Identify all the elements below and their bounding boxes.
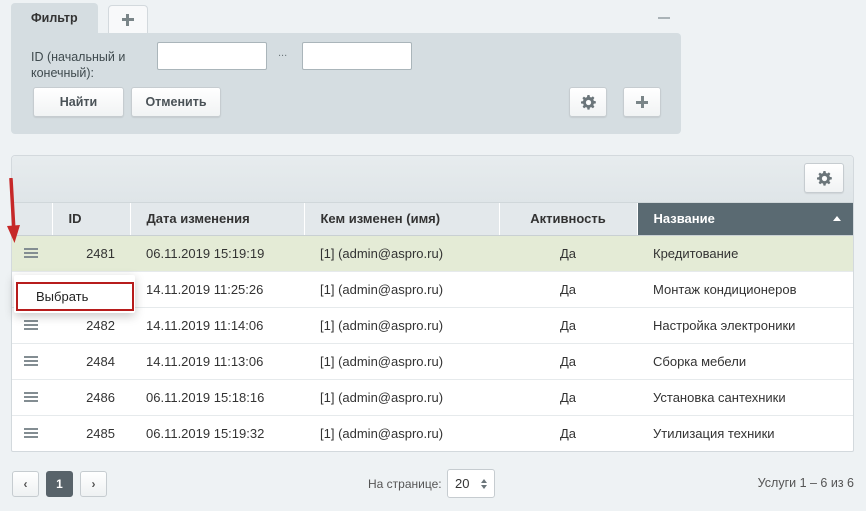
- cell-modified-by: [1] (admin@aspro.ru): [304, 271, 499, 308]
- plus-icon: [121, 13, 134, 26]
- cell-date: 14.11.2019 11:13:06: [130, 343, 304, 380]
- grid-settings-button[interactable]: [804, 163, 844, 193]
- cell-date: 06.11.2019 15:19:19: [130, 235, 304, 272]
- minus-icon[interactable]: [658, 17, 670, 19]
- cell-active: Да: [499, 343, 637, 380]
- cell-id: 2486: [52, 379, 130, 416]
- per-page-value: 20: [455, 476, 470, 491]
- filter-settings-button[interactable]: [569, 87, 607, 117]
- cell-modified-by: [1] (admin@aspro.ru): [304, 307, 499, 344]
- column-header-id[interactable]: ID: [52, 203, 131, 236]
- column-header-name-label: Название: [653, 211, 715, 227]
- cell-id: 2484: [52, 343, 130, 380]
- per-page-select[interactable]: 20: [447, 469, 495, 498]
- column-header-date[interactable]: Дата изменения: [130, 203, 305, 236]
- cell-modified-by: [1] (admin@aspro.ru): [304, 235, 499, 272]
- column-header-modified-by[interactable]: Кем изменен (имя): [304, 203, 500, 236]
- add-filter-tab-button[interactable]: [107, 5, 148, 33]
- row-menu-icon[interactable]: [24, 392, 38, 402]
- page-button-current[interactable]: 1: [46, 471, 73, 497]
- cell-date: 14.11.2019 11:14:06: [130, 307, 304, 344]
- filter-tabs: Фильтр: [11, 3, 148, 33]
- cell-modified-by: [1] (admin@aspro.ru): [304, 343, 499, 380]
- id-to-input[interactable]: [302, 42, 412, 70]
- filter-tab[interactable]: Фильтр: [11, 3, 98, 33]
- cell-date: 06.11.2019 15:19:32: [130, 415, 304, 451]
- cell-modified-by: [1] (admin@aspro.ru): [304, 379, 499, 416]
- add-filter-field-button[interactable]: [623, 87, 661, 117]
- plus-icon: [636, 96, 648, 108]
- menu-item-select[interactable]: Выбрать: [16, 282, 134, 311]
- table-header-row: ID Дата изменения Кем изменен (имя) Акти…: [12, 203, 853, 236]
- annotation-arrow-icon: [7, 178, 20, 243]
- cell-active: Да: [499, 415, 637, 451]
- gear-icon: [580, 94, 596, 110]
- cell-date: 14.11.2019 11:25:26: [130, 271, 304, 308]
- chevron-left-icon: ‹: [23, 477, 28, 491]
- row-context-menu: Выбрать: [14, 275, 135, 313]
- column-header-name[interactable]: Название: [637, 203, 853, 236]
- filter-panel: ID (начальный и конечный): ... Найти Отм…: [11, 33, 681, 134]
- id-from-input[interactable]: [157, 42, 267, 70]
- cell-name: Сборка мебели: [637, 343, 853, 380]
- data-table: ID Дата изменения Кем изменен (имя) Акти…: [12, 203, 853, 451]
- cell-name: Кредитование: [637, 235, 853, 272]
- cell-active: Да: [499, 307, 637, 344]
- total-count: Услуги 1 – 6 из 6: [757, 476, 854, 490]
- cell-active: Да: [499, 271, 637, 308]
- cell-id: 2481: [52, 235, 130, 272]
- chevron-right-icon: ›: [91, 477, 96, 491]
- updown-icon: [481, 479, 488, 489]
- row-menu-icon[interactable]: [24, 428, 38, 438]
- sort-ascending-icon: [832, 216, 841, 221]
- row-actions-cell[interactable]: [12, 343, 52, 380]
- find-button[interactable]: Найти: [33, 87, 124, 117]
- cell-id: 2485: [52, 415, 130, 451]
- table-row[interactable]: 2484 14.11.2019 11:13:06 [1] (admin@aspr…: [12, 343, 853, 380]
- cell-active: Да: [499, 379, 637, 416]
- row-actions-cell[interactable]: [12, 379, 52, 416]
- table-row[interactable]: 2485 06.11.2019 15:19:32 [1] (admin@aspr…: [12, 415, 853, 451]
- row-menu-icon[interactable]: [24, 248, 38, 258]
- cell-active: Да: [499, 235, 637, 272]
- cell-name: Настройка электроники: [637, 307, 853, 344]
- cell-date: 06.11.2019 15:18:16: [130, 379, 304, 416]
- row-menu-icon[interactable]: [24, 356, 38, 366]
- table-row[interactable]: 2482 14.11.2019 11:14:06 [1] (admin@aspr…: [12, 307, 853, 344]
- prev-page-button[interactable]: ‹: [12, 471, 39, 497]
- range-separator: ...: [278, 47, 288, 59]
- cancel-button[interactable]: Отменить: [131, 87, 221, 117]
- gear-icon: [816, 170, 832, 186]
- grid-toolbar: [12, 156, 853, 203]
- id-range-label: ID (начальный и конечный):: [31, 50, 126, 80]
- cell-name: Утилизация техники: [637, 415, 853, 451]
- table-row[interactable]: 14.11.2019 11:25:26 [1] (admin@aspro.ru)…: [12, 271, 853, 308]
- table-row[interactable]: 2481 06.11.2019 15:19:19 [1] (admin@aspr…: [12, 235, 853, 272]
- table-row[interactable]: 2486 06.11.2019 15:18:16 [1] (admin@aspr…: [12, 379, 853, 416]
- column-header-active[interactable]: Активность: [499, 203, 638, 236]
- cell-name: Монтаж кондиционеров: [637, 271, 853, 308]
- row-menu-icon[interactable]: [24, 320, 38, 330]
- next-page-button[interactable]: ›: [80, 471, 107, 497]
- row-actions-cell[interactable]: [12, 415, 52, 451]
- cell-name: Установка сантехники: [637, 379, 853, 416]
- grid-panel: ID Дата изменения Кем изменен (имя) Акти…: [11, 155, 854, 452]
- cell-modified-by: [1] (admin@aspro.ru): [304, 415, 499, 451]
- per-page-label: На странице:: [368, 477, 442, 491]
